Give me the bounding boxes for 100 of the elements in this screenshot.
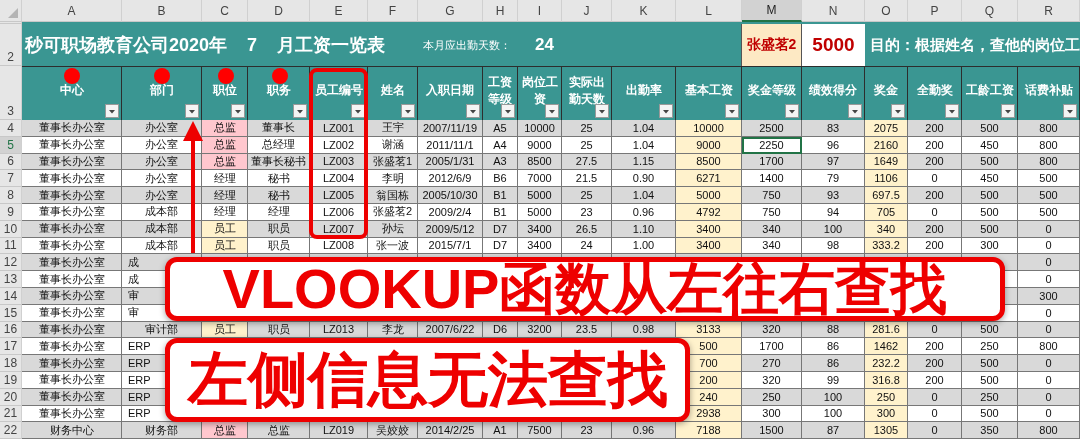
table-cell: 办公室 [122,187,202,204]
column-title: 部门 [149,82,174,99]
column-header[interactable]: Q [962,0,1018,22]
column-title: 岗位工资 [520,74,559,107]
row-header[interactable]: 8 [0,187,22,204]
table-cell: 2005/10/30 [418,187,483,204]
table-cell: 5000 [676,187,742,204]
table-cell: 董事长办公室 [22,271,122,288]
column-title: 姓名 [380,82,405,99]
table-cell: 董事长 [248,120,310,137]
row-header[interactable]: 18 [0,355,22,372]
table-cell: 86 [802,338,865,356]
table-cell: B1 [483,187,518,204]
table-cell: 200 [908,355,962,372]
table-cell: 500 [962,120,1018,137]
table-cell: 200 [908,338,962,356]
table-cell: 1106 [865,170,908,188]
table-cell: 200 [908,187,962,204]
column-header[interactable]: B [122,0,202,22]
column-title: 奖金 [874,82,898,99]
column-header[interactable]: F [368,0,418,22]
table-cell: 总监 [248,422,310,440]
purpose-note: 目的：根据姓名，查他的岗位工 [870,35,1080,55]
column-header[interactable]: H [483,0,518,22]
table-cell: 270 [742,355,802,372]
table-cell: 500 [1018,170,1080,188]
column-header[interactable]: L [676,0,742,22]
table-cell: 办公室 [122,170,202,188]
table-cell: 经理 [202,170,248,188]
table-cell: 董事长办公室 [22,120,122,137]
table-cell: B6 [483,170,518,188]
column-title: 中心 [59,82,84,99]
column-header[interactable]: J [562,0,612,22]
table-cell: 0 [1018,254,1080,272]
table-cell: 总监 [202,120,248,137]
table-cell: 0.96 [612,422,676,440]
table-cell: 1700 [742,338,802,356]
table-cell: 232.2 [865,355,908,372]
row-header[interactable]: 17 [0,338,22,356]
column-header[interactable]: G [418,0,483,22]
table-cell: 翁国栋 [368,187,418,204]
column-header[interactable]: D [248,0,310,22]
column-header[interactable]: K [612,0,676,22]
table-cell: 200 [908,120,962,137]
table-cell: 董事长办公室 [22,187,122,204]
table-cell: 25 [562,120,612,137]
table-cell: 79 [802,170,865,188]
column-header[interactable]: A [22,0,122,22]
table-cell: A5 [483,120,518,137]
row-header[interactable]: 22 [0,422,22,440]
table-cell: 23 [562,422,612,440]
column-title: 入职日期 [426,82,474,99]
column-header[interactable]: E [310,0,368,22]
lookup-name-cell: 张盛茗2 [742,24,802,66]
column-header[interactable]: P [908,0,962,22]
row-header[interactable]: 3 [0,66,22,120]
table-cell: 王宇 [368,120,418,137]
table-cell: 25 [562,187,612,204]
column-header[interactable]: C [202,0,248,22]
table-cell: 总监 [202,422,248,440]
table-cell: 2075 [865,120,908,137]
column-title: 实际出勤天数 [567,74,606,107]
table-cell: 2007/11/19 [418,120,483,137]
column-title: 出勤率 [625,82,662,99]
table-cell: 0.90 [612,170,676,188]
row-header[interactable]: 7 [0,170,22,188]
column-header[interactable]: R [1018,0,1080,22]
table-cell: 秘书 [248,187,310,204]
sheet-title-suffix: 月工资一览表 [277,34,386,57]
table-cell: 1305 [865,422,908,440]
row-header[interactable]: 13 [0,271,22,288]
table-cell: 董事长办公室 [22,170,122,188]
column-title: 绩效得分 [809,82,857,99]
table-cell: 2014/2/25 [418,422,483,440]
table-cell: 0 [908,170,962,188]
row-header[interactable]: 4 [0,120,22,137]
table-cell: 93 [802,187,865,204]
table-cell: 10000 [676,120,742,137]
row-header[interactable]: 2 [0,24,22,66]
table-cell: 500 [962,187,1018,204]
column-title: 话费补贴 [1024,82,1073,99]
column-header[interactable]: M [742,0,802,22]
column-header[interactable]: I [518,0,562,22]
table-cell: 董事长办公室 [22,254,122,272]
table-cell: 87 [802,422,865,440]
table-cell: 350 [962,422,1018,440]
column-title: 职务 [266,82,291,99]
table-cell: 1400 [742,170,802,188]
column-header[interactable]: N [802,0,865,22]
row-header[interactable]: 12 [0,254,22,272]
table-cell: 10000 [518,120,562,137]
table-cell: 秘书 [248,170,310,188]
table-cell: 1500 [742,422,802,440]
table-cell: LZ019 [310,422,368,440]
column-header[interactable]: O [865,0,908,22]
table-cell: 800 [1018,338,1080,356]
table-cell: 250 [962,338,1018,356]
month-value: 7 [247,34,258,56]
table-cell: 财务中心 [22,422,122,440]
table-cell: 办公室 [122,120,202,137]
